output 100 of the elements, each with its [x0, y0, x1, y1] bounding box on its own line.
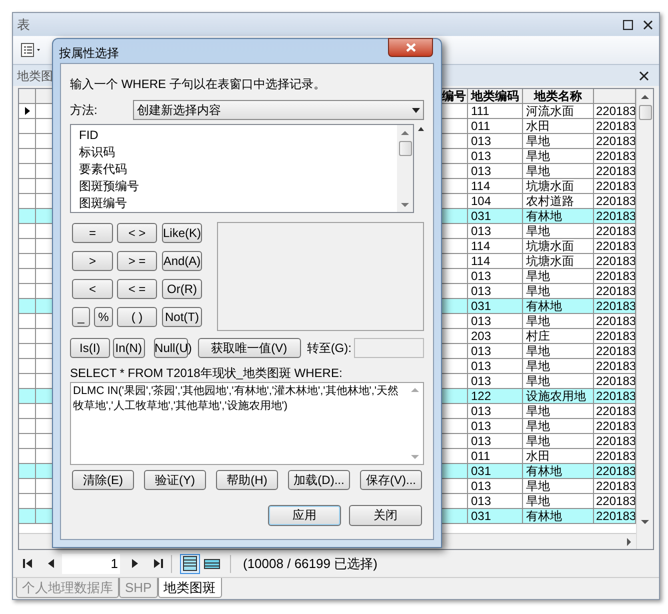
- expression-text: DLMC IN('果园','茶园','其他园地','有林地','灌木林地','其他林地','天然牧草地','人工牧草地','其他草地','设施农用地'): [72, 384, 400, 414]
- column-header[interactable]: [594, 89, 636, 104]
- dialog-button[interactable]: 应用: [268, 505, 341, 526]
- table-cell: 013: [468, 134, 523, 149]
- goto-field[interactable]: [354, 338, 424, 358]
- table-cell: 有林地: [523, 464, 594, 479]
- table-options-icon[interactable]: [21, 43, 43, 57]
- table-cell: 旱地: [523, 134, 594, 149]
- field-item[interactable]: 图斑预编号: [79, 178, 397, 195]
- operator-button[interactable]: ( ): [117, 307, 157, 327]
- table-cell: 旱地: [523, 404, 594, 419]
- scroll-up-icon[interactable]: [641, 94, 649, 100]
- first-record-icon[interactable]: [23, 559, 32, 568]
- operator-button[interactable]: Like(K): [162, 223, 202, 243]
- column-header[interactable]: 地类名称: [523, 89, 594, 104]
- scrollbar-thumb[interactable]: [398, 141, 412, 156]
- operator-button[interactable]: Or(R): [162, 279, 202, 299]
- operator-button[interactable]: Not(T): [162, 307, 202, 327]
- table-cell: 013: [468, 269, 523, 284]
- table-cell: 坑塘水面: [523, 239, 594, 254]
- expand-icon[interactable]: [418, 127, 424, 131]
- field-item[interactable]: 要素代码: [79, 161, 397, 178]
- operator-button[interactable]: < >: [117, 223, 157, 243]
- operator-button[interactable]: 获取唯一值(V): [198, 338, 301, 358]
- method-dropdown[interactable]: 创建新选择内容: [132, 100, 424, 120]
- tab[interactable]: 地类图斑: [158, 578, 222, 598]
- table-cell: 旱地: [523, 314, 594, 329]
- table-cell: 114: [468, 239, 523, 254]
- table-cell: 水田: [523, 449, 594, 464]
- operator-button[interactable]: Is(I): [70, 338, 110, 358]
- table-cell: 设施农用地: [523, 389, 594, 404]
- table-cell: 有林地: [523, 509, 594, 524]
- record-field[interactable]: 1: [62, 554, 120, 574]
- table-cell: 013: [468, 149, 523, 164]
- scroll-down-icon[interactable]: [641, 519, 649, 525]
- operator-button[interactable]: _: [72, 307, 90, 327]
- previous-record-icon[interactable]: [48, 559, 54, 568]
- close-button[interactable]: [388, 38, 433, 57]
- dialog-button[interactable]: 关闭: [349, 505, 422, 526]
- action-button[interactable]: 清除(E): [72, 470, 134, 490]
- table-cell: 旱地: [523, 494, 594, 509]
- operator-button[interactable]: < =: [117, 279, 157, 299]
- window-title: 表: [17, 16, 30, 34]
- all-records-view-button[interactable]: [180, 554, 200, 574]
- column-header[interactable]: 地类编码: [468, 89, 523, 104]
- table-cell: 013: [468, 344, 523, 359]
- operator-button[interactable]: > =: [117, 251, 157, 271]
- table-cell: 坑塘水面: [523, 254, 594, 269]
- scroll-right-icon[interactable]: [626, 538, 632, 546]
- table-cell: 旱地: [523, 434, 594, 449]
- scrollbar-thumb[interactable]: [638, 105, 652, 120]
- field-item[interactable]: 标识码: [79, 144, 397, 161]
- row-header[interactable]: [19, 104, 36, 119]
- table-cell: 031: [468, 299, 523, 314]
- query-prefix: SELECT * FROM T2018年现状_地类图斑 WHERE:: [70, 365, 344, 380]
- table-cell: 013: [468, 359, 523, 374]
- table-cell: 203: [468, 329, 523, 344]
- table-cell: 104: [468, 194, 523, 209]
- operator-button[interactable]: <: [72, 279, 113, 299]
- table-cell: [36, 509, 53, 524]
- close-icon[interactable]: [643, 20, 653, 30]
- operator-button[interactable]: And(A): [162, 251, 202, 271]
- table-cell: 有林地: [523, 299, 594, 314]
- table-cell: 旱地: [523, 149, 594, 164]
- table-cell: 有林地: [523, 209, 594, 224]
- table-cell: 坑塘水面: [523, 179, 594, 194]
- action-button[interactable]: 加载(D)...: [288, 470, 350, 490]
- table-cell: [36, 389, 53, 404]
- field-item[interactable]: FID: [79, 127, 397, 144]
- instruction-text: 输入一个 WHERE 子句以在表窗口中选择记录。: [70, 76, 326, 91]
- field-item[interactable]: 图斑编号: [79, 195, 397, 212]
- operator-button[interactable]: %: [94, 307, 113, 327]
- column-header[interactable]: [36, 89, 53, 104]
- table-cell: 旱地: [523, 284, 594, 299]
- next-record-icon[interactable]: [132, 559, 138, 568]
- operator-button[interactable]: In(N): [112, 338, 145, 358]
- operator-button[interactable]: >: [72, 251, 113, 271]
- table-cell: [36, 299, 53, 314]
- table-cell: 旱地: [523, 344, 594, 359]
- close-icon[interactable]: [639, 70, 649, 80]
- action-button[interactable]: 帮助(H): [216, 470, 278, 490]
- dialog-title: 按属性选择: [59, 45, 119, 62]
- table-cell: 031: [468, 509, 523, 524]
- table-cell: 旱地: [523, 164, 594, 179]
- table-cell: 114: [468, 179, 523, 194]
- scroll-down-icon[interactable]: [401, 203, 409, 208]
- action-button[interactable]: 保存(V)...: [360, 470, 422, 490]
- maximize-icon[interactable]: [623, 20, 633, 30]
- table-cell: 031: [468, 464, 523, 479]
- scroll-up-icon[interactable]: [401, 130, 409, 135]
- table-cell: [36, 464, 53, 479]
- table-cell: 旱地: [523, 479, 594, 494]
- table-cell: 013: [468, 284, 523, 299]
- operator-button[interactable]: =: [72, 223, 113, 243]
- table-cell: 旱地: [523, 269, 594, 284]
- table-cell: 河流水面: [523, 104, 594, 119]
- table-cell: 013: [468, 164, 523, 179]
- last-record-icon[interactable]: [154, 559, 163, 568]
- table-cell: 114: [468, 254, 523, 269]
- action-button[interactable]: 验证(Y): [144, 470, 206, 490]
